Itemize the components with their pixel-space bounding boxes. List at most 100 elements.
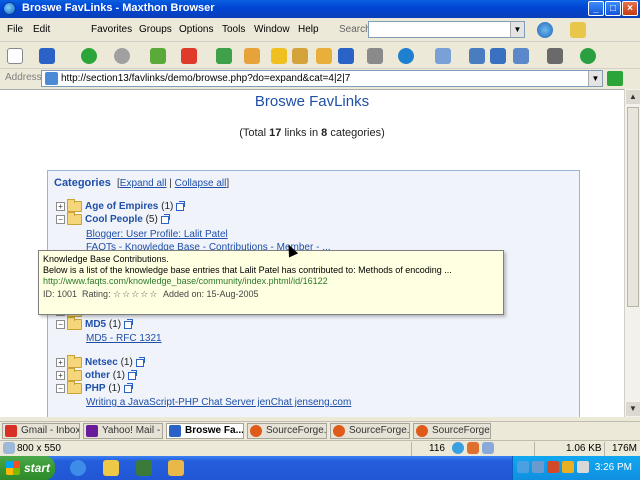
address-input[interactable]: http://section13/favlinks/demo/browse.ph…: [41, 70, 603, 87]
tray-volume-icon[interactable]: [577, 461, 589, 473]
yahoo-icon: [86, 425, 98, 437]
maximize-button[interactable]: □: [605, 1, 621, 16]
open-link-icon[interactable]: [123, 382, 133, 393]
address-dropdown-icon[interactable]: ▼: [588, 71, 602, 86]
refresh-icon[interactable]: [216, 48, 232, 64]
tab-sourceforge-3[interactable]: SourceForge....: [413, 423, 491, 439]
category-cool-people[interactable]: − Cool People (5): [56, 212, 170, 225]
go-button[interactable]: [607, 71, 623, 86]
popup-blocker-icon[interactable]: [547, 48, 563, 64]
stop-icon[interactable]: [181, 48, 197, 64]
tray-monitor-icon[interactable]: [532, 461, 544, 473]
new-page-icon[interactable]: [7, 48, 23, 64]
window-tile-icon[interactable]: [469, 48, 485, 64]
rating-stars-icon: ☆☆☆☆☆: [113, 289, 159, 299]
menu-options[interactable]: Options: [179, 24, 213, 35]
toolbar: [0, 43, 640, 69]
page-icon: [169, 425, 181, 437]
search-input[interactable]: ▼: [368, 21, 525, 38]
category-age-of-empires[interactable]: + Age of Empires (1): [56, 199, 186, 212]
menu-window[interactable]: Window: [254, 24, 290, 35]
page-heading: Broswe FavLinks: [254, 93, 370, 110]
menu-file[interactable]: File: [7, 24, 23, 35]
explorer-quicklaunch-icon[interactable]: [103, 460, 119, 476]
scroll-down-icon[interactable]: ▼: [626, 402, 640, 416]
folder-open-icon: [67, 381, 82, 394]
open-link-icon[interactable]: [128, 369, 138, 380]
plugins-icon[interactable]: [580, 48, 596, 64]
close-button[interactable]: ×: [622, 1, 638, 16]
tab-gmail[interactable]: Gmail - Inbox (1): [2, 423, 80, 439]
category-other[interactable]: + other (1): [56, 368, 138, 381]
menu-edit[interactable]: Edit: [33, 24, 50, 35]
menu-help[interactable]: Help: [298, 24, 319, 35]
system-clock: 3:26 PM: [594, 462, 632, 473]
network-icon[interactable]: [452, 442, 464, 454]
categories-title: Categories: [54, 177, 111, 189]
menu-tools[interactable]: Tools: [222, 24, 245, 35]
category-md5[interactable]: − MD5 (1): [56, 317, 134, 330]
history-icon[interactable]: [292, 48, 308, 64]
start-button[interactable]: start: [0, 456, 55, 480]
open-link-icon[interactable]: [160, 213, 170, 224]
category-php[interactable]: − PHP (1): [56, 381, 133, 394]
tools-icon[interactable]: [367, 48, 383, 64]
link-md5-rfc[interactable]: MD5 - RFC 1321: [86, 333, 162, 344]
sourceforge-icon: [333, 425, 345, 437]
address-bar: Address http://section13/favlinks/demo/b…: [0, 69, 640, 88]
undo-icon[interactable]: [39, 48, 55, 64]
back-icon[interactable]: [81, 48, 97, 64]
split-view-icon[interactable]: [490, 48, 506, 64]
scroll-thumb[interactable]: [627, 107, 639, 307]
tab-sourceforge-2[interactable]: SourceForge....: [330, 423, 410, 439]
title-bar: Broswe FavLinks - Maxthon Browser _ □ ×: [0, 0, 640, 18]
tab-yahoo-mail[interactable]: Yahoo! Mail - l...: [83, 423, 163, 439]
tooltip-url: http://www.faqts.com/knowledge_base/comm…: [43, 276, 328, 286]
expand-icon[interactable]: +: [56, 202, 65, 211]
desktop-quicklaunch-icon[interactable]: [136, 460, 152, 476]
forward-icon[interactable]: [114, 48, 130, 64]
scroll-up-icon[interactable]: ▲: [626, 90, 640, 104]
full-screen-icon[interactable]: [513, 48, 529, 64]
category-netsec[interactable]: + Netsec (1): [56, 355, 145, 368]
tooltip-rating-label: Rating:: [82, 289, 111, 299]
status-bar: 800 x 550 116 1.06 KB 176M: [0, 440, 640, 456]
vertical-scrollbar[interactable]: ▲ ▼: [624, 89, 640, 417]
open-link-icon[interactable]: [176, 200, 186, 211]
up-icon[interactable]: [150, 48, 166, 64]
maxthon-quicklaunch-icon[interactable]: [70, 460, 86, 476]
folder-icon[interactable]: [316, 48, 332, 64]
save-icon[interactable]: [338, 48, 354, 64]
expand-all-link[interactable]: Expand all: [120, 178, 167, 189]
search-label: Search: [339, 24, 371, 35]
group-icon[interactable]: [435, 48, 451, 64]
open-link-icon[interactable]: [124, 318, 134, 329]
expand-icon[interactable]: +: [56, 371, 65, 380]
tray-messenger-icon[interactable]: [562, 461, 574, 473]
proxy-icon[interactable]: [482, 442, 494, 454]
link-blogger-profile[interactable]: Blogger: User Profile: Lalit Patel: [86, 229, 228, 240]
pencil-icon[interactable]: [570, 22, 586, 38]
collapse-icon[interactable]: −: [56, 384, 65, 393]
search-dropdown-icon[interactable]: ▼: [510, 22, 524, 37]
menu-favorites[interactable]: Favorites: [91, 24, 132, 35]
tray-shield-icon[interactable]: [547, 461, 559, 473]
tray-network-icon[interactable]: [517, 461, 529, 473]
maxthon-app-icon[interactable]: [3, 2, 16, 15]
open-link-icon[interactable]: [135, 356, 145, 367]
skin-icon[interactable]: [398, 48, 414, 64]
popup-icon[interactable]: [467, 442, 479, 454]
collapse-all-link[interactable]: Collapse all: [175, 178, 227, 189]
tab-broswe-favlinks[interactable]: Broswe Fa...: [166, 423, 244, 439]
folder-quicklaunch-icon[interactable]: [168, 460, 184, 476]
expand-icon[interactable]: +: [56, 358, 65, 367]
link-jenchat[interactable]: Writing a JavaScript-PHP Chat Server jen…: [86, 397, 351, 408]
minimize-button[interactable]: _: [588, 1, 604, 16]
home-icon[interactable]: [244, 48, 260, 64]
menu-groups[interactable]: Groups: [139, 24, 172, 35]
collapse-icon[interactable]: −: [56, 320, 65, 329]
collapse-icon[interactable]: −: [56, 215, 65, 224]
tab-sourceforge-1[interactable]: SourceForge....: [247, 423, 327, 439]
favorites-icon[interactable]: [271, 48, 287, 64]
search-engine-icon[interactable]: [537, 22, 553, 38]
